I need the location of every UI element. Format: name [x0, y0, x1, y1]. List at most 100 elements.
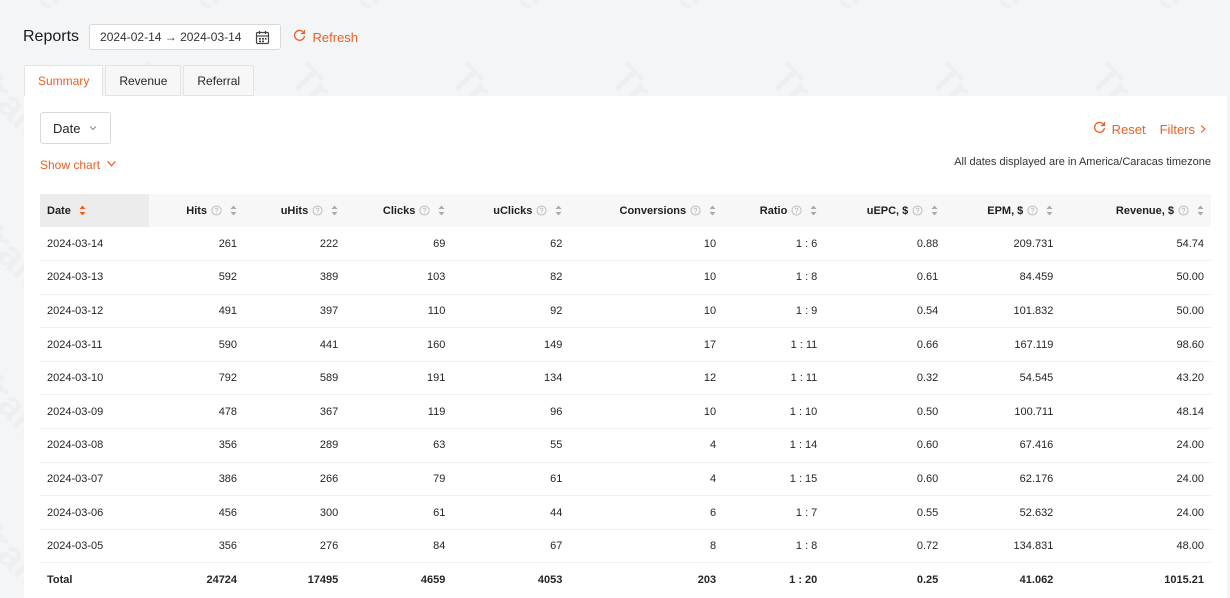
table-cell: 24.00: [1060, 428, 1211, 463]
column-header-date[interactable]: Date: [40, 194, 149, 227]
date-range-value: 2024-02-14 → 2024-03-14: [100, 30, 242, 44]
table-cell: 67: [452, 529, 570, 564]
reset-button[interactable]: Reset: [1093, 121, 1146, 137]
table-header-row: Date Hits uHits Clicks uClicks Conversions Rat…: [40, 194, 1211, 227]
refresh-button[interactable]: Refresh: [293, 29, 358, 45]
column-header-conversions[interactable]: Conversions: [569, 194, 724, 227]
table-cell: 389: [244, 260, 346, 295]
chevron-down-icon: [100, 158, 117, 172]
help-icon[interactable]: [211, 205, 222, 216]
table-cell: 261: [148, 227, 245, 262]
help-icon[interactable]: [912, 205, 923, 216]
table-cell: 2024-03-07: [40, 462, 149, 497]
column-header-label: uHits: [280, 204, 309, 217]
filters-button[interactable]: Filters: [1160, 122, 1211, 137]
total-cell: 1015.21: [1164, 573, 1204, 586]
sort-icon[interactable]: [709, 205, 716, 216]
table-cell: 69: [345, 227, 453, 262]
group-by-select[interactable]: Date: [40, 112, 112, 144]
column-header-label: Date: [47, 204, 71, 217]
table-cell: 356: [148, 529, 245, 564]
table-cell: 0.61: [824, 260, 946, 295]
sort-icon[interactable]: [331, 205, 338, 216]
help-icon[interactable]: [1178, 205, 1189, 216]
column-header-clicks[interactable]: Clicks: [345, 194, 453, 227]
table-cell: 1 : 10: [723, 394, 825, 430]
report-header: Reports 2024-02-14 → 2024-03-14 Refresh: [23, 24, 358, 50]
help-icon[interactable]: [1027, 205, 1038, 216]
table-cell: 2024-03-13: [40, 260, 149, 295]
table-cell: 2024-03-10: [40, 361, 149, 396]
total-cell: 203: [697, 573, 717, 586]
table-cell: 2024-03-08: [40, 428, 149, 463]
total-cell: Total: [47, 573, 73, 586]
watermark-text: Traiee: [601, 0, 715, 19]
table-cell: 1 : 11: [723, 327, 825, 362]
table-cell: 62.176: [945, 462, 1061, 497]
column-header-uepc[interactable]: uEPC, $: [824, 194, 946, 227]
total-cell: 4659: [420, 573, 446, 586]
sort-icon[interactable]: [1046, 205, 1053, 216]
table-cell: 0.66: [824, 327, 946, 362]
column-header-uclicks[interactable]: uClicks: [452, 194, 570, 227]
refresh-label: Refresh: [312, 29, 358, 45]
table-row: 2024-03-11 590 441 160 149 17 1 : 11 0.66 167.11…: [40, 327, 1211, 362]
tab-referral[interactable]: Referral: [183, 65, 255, 96]
table-cell: 54.545: [945, 361, 1061, 396]
help-icon[interactable]: [312, 205, 323, 216]
sort-icon[interactable]: [810, 205, 817, 216]
summary-panel: Date Show chart Reset Filters All dates …: [24, 96, 1227, 598]
calendar-icon: [255, 30, 270, 45]
table-cell: 300: [244, 495, 346, 530]
help-icon[interactable]: [791, 205, 802, 216]
table-cell: 96: [452, 394, 570, 430]
table-cell: 61: [452, 462, 570, 497]
reset-label: Reset: [1111, 121, 1146, 137]
table-cell: 48.00: [1060, 529, 1211, 564]
timezone-note: All dates displayed are in America/Carac…: [954, 156, 1211, 168]
table-cell: 1 : 14: [723, 428, 825, 463]
table-cell: 82: [452, 260, 570, 295]
chevron-right-icon: [1199, 122, 1207, 137]
table-cell: 386: [148, 462, 245, 497]
sort-icon[interactable]: [438, 205, 445, 216]
filters-label: Filters: [1159, 121, 1195, 137]
help-icon[interactable]: [419, 205, 430, 216]
column-header-label: Hits: [186, 204, 208, 217]
column-header-label: EPM, $: [987, 204, 1024, 217]
table-cell: 10: [569, 394, 724, 430]
table-cell: 1 : 11: [723, 361, 825, 396]
column-header-revenue[interactable]: Revenue, $: [1060, 194, 1211, 227]
total-row: Total 24724 17495 4659 4053 203 1 : 20 0.25 41.0…: [40, 563, 1211, 597]
table-cell: 2024-03-14: [40, 227, 149, 262]
column-header-uhits[interactable]: uHits: [244, 194, 346, 227]
column-header-label: Revenue, $: [1115, 204, 1174, 217]
tab-summary[interactable]: Summary: [24, 65, 104, 97]
table-cell: 2024-03-06: [40, 495, 149, 530]
table-row: 2024-03-05 356 276 84 67 8 1 : 8 0.72 134.831 48.…: [40, 529, 1211, 564]
sort-icon[interactable]: [230, 205, 237, 216]
column-header-ratio[interactable]: Ratio: [723, 194, 825, 227]
tab-revenue[interactable]: Revenue: [105, 65, 182, 96]
help-icon[interactable]: [690, 205, 701, 216]
sort-icon[interactable]: [555, 205, 562, 216]
table-cell: 24.00: [1060, 495, 1211, 530]
sort-icon[interactable]: [931, 205, 938, 216]
show-chart-toggle[interactable]: Show chart: [40, 158, 117, 172]
table-cell: 191: [345, 361, 453, 396]
column-header-epm[interactable]: EPM, $: [945, 194, 1061, 227]
table-row: 2024-03-08 356 289 63 55 4 1 : 14 0.60 67.416 24.…: [40, 428, 1211, 463]
help-icon[interactable]: [536, 205, 547, 216]
table-cell: 456: [148, 495, 245, 530]
reset-icon: [1093, 121, 1112, 137]
sort-icon[interactable]: [1197, 205, 1204, 216]
chevron-down-icon: [80, 121, 98, 136]
table-cell: 43.20: [1060, 361, 1211, 396]
column-header-hits[interactable]: Hits: [148, 194, 245, 227]
sort-icon[interactable]: [79, 205, 86, 216]
table-cell: 55: [452, 428, 570, 463]
table-cell: 276: [244, 529, 346, 564]
watermark-text: Traiee: [921, 0, 1035, 19]
date-range-picker[interactable]: 2024-02-14 → 2024-03-14: [89, 24, 282, 50]
table-row: 2024-03-09 478 367 119 96 10 1 : 10 0.50 100.711…: [40, 394, 1211, 430]
